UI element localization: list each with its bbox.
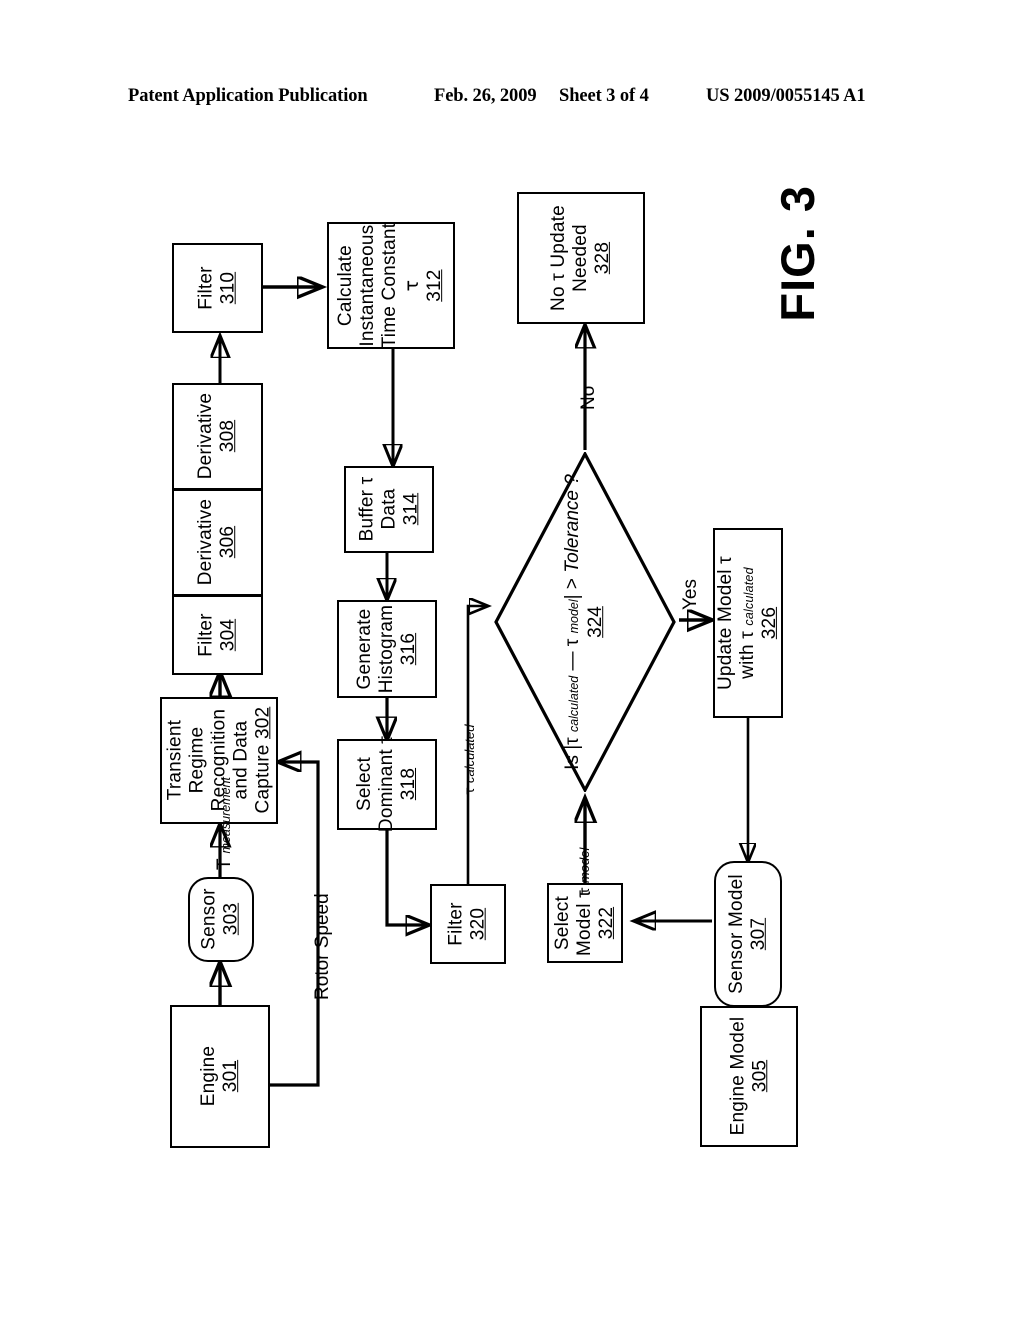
node-filter-320: Filter 320 [430,884,506,964]
node-sensor-303-label: Sensor 303 [198,888,242,951]
decision-tolerance-check: Is |τ calculated — τ model| > Tolerance … [494,452,676,792]
edge-label-tau-model: τ model [577,847,593,895]
node-calculate-time-constant-312-label: Calculate Instantaneous Time Constant τ … [335,222,446,349]
edge-label-no: No [578,385,599,410]
edge-label-t-measurement: T measurement [214,777,235,870]
node-select-dominant-tau-318-label: Select Dominant τ 318 [353,736,420,833]
node-no-update-needed-328: No τ Update Needed 328 [517,192,645,324]
node-select-model-tau-322-label: Select Model τ 322 [551,890,618,956]
node-filter-310: Filter 310 [172,243,263,333]
node-sensor-model-307-label: Sensor Model 307 [725,874,770,994]
node-engine-301: Engine 301 [170,1005,270,1148]
node-derivative-306-label: Derivative 306 [195,499,239,586]
node-calculate-time-constant-312: Calculate Instantaneous Time Constant τ … [327,222,455,349]
decision-ref: 324 [585,606,606,638]
node-sensor-model-307: Sensor Model 307 [714,861,782,1007]
node-derivative-308: Derivative 308 [172,383,263,490]
node-buffer-tau-data-314: Buffer τ Data 314 [344,466,434,553]
node-filter-310-label: Filter 310 [195,266,239,310]
node-update-model-326-label: Update Model τ with τ calculated 326 [714,556,781,690]
node-select-dominant-tau-318: Select Dominant τ 318 [337,736,437,833]
edge-label-yes: Yes [680,579,701,610]
node-select-model-tau-322: Select Model τ 322 [547,883,623,963]
node-generate-histogram-316: Generate Histogram 316 [337,600,437,698]
node-sensor-303: Sensor 303 [188,877,254,962]
edge-label-rotor-speed: Rotor Speed [312,893,333,1000]
node-update-model-326: Update Model τ with τ calculated 326 [713,528,783,718]
decision-label: Is |τ calculated — τ model| > Tolerance … [562,474,608,770]
node-no-update-needed-328-label: No τ Update Needed 328 [547,205,614,311]
node-derivative-308-label: Derivative 308 [195,393,239,480]
node-generate-histogram-316-label: Generate Histogram 316 [353,604,420,694]
figure-3-flowchart: Is |τ calculated — τ model| > Tolerance … [0,0,1024,1320]
node-filter-304-label: Filter 304 [195,613,239,657]
figure-caption: FIG. 3 [771,185,824,322]
node-buffer-tau-data-314-label: Buffer τ Data 314 [355,477,422,542]
node-engine-model-305-label: Engine Model 305 [726,1017,770,1136]
decision-expression: Is |τ calculated — τ model| > Tolerance … [562,474,584,770]
node-engine-301-label: Engine 301 [197,1046,241,1107]
node-derivative-306: Derivative 306 [172,489,263,596]
node-filter-304: Filter 304 [172,595,263,675]
node-filter-320-label: Filter 320 [445,902,489,946]
node-engine-model-305: Engine Model 305 [700,1006,798,1147]
edge-label-tau-calculated: τ calculated [462,724,478,795]
